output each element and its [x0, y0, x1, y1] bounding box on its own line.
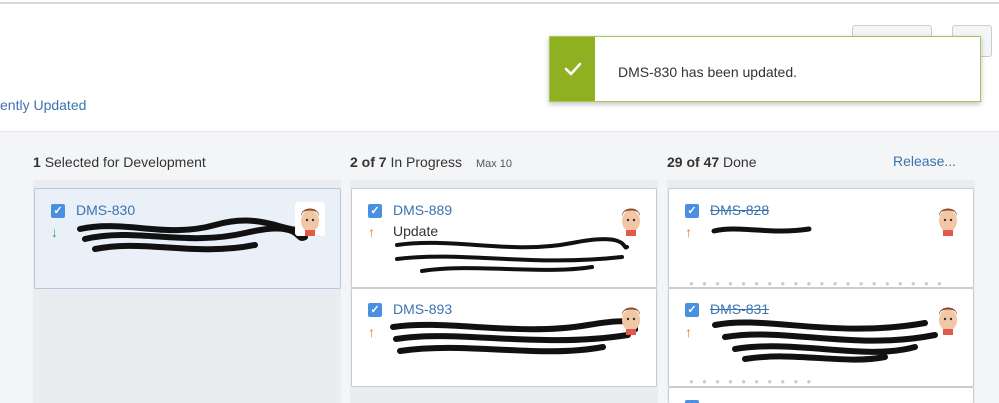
success-toast: DMS-830 has been updated. — [549, 36, 981, 102]
issue-type-icon: ✓ — [51, 204, 65, 218]
issue-key[interactable]: DMS-828 — [710, 202, 769, 218]
issue-card[interactable]: ✓ DMS-830 ↓ — [34, 188, 341, 289]
column-title: Done — [723, 154, 757, 170]
priority-high-icon: ↑ — [685, 324, 692, 340]
redacted-summary — [390, 318, 638, 355]
column-count: 29 of 47 — [667, 154, 720, 170]
redacted-summary — [711, 226, 812, 234]
column-title: In Progress — [390, 154, 463, 170]
avatar — [939, 307, 957, 335]
top-divider — [0, 0, 999, 4]
column-max: Max 10 — [475, 158, 513, 170]
progress-dots: ● ● ● ● ● ● ● ● ● ● ● ● ● ● ● ● ● ● ● ● — [689, 279, 945, 288]
issue-type-icon: ✓ — [368, 204, 382, 218]
issue-card[interactable]: ✓ DMS-889 ↑ Update — [351, 188, 657, 288]
priority-high-icon: ↑ — [368, 324, 375, 340]
avatar — [622, 208, 640, 236]
redacted-summary — [395, 237, 629, 273]
issue-card[interactable]: ✓ DMS-828 ↑ ● ● ● ● ● ● ● ● ● ● ● ● ● ● … — [668, 188, 974, 288]
column-count: 2 of 7 — [350, 154, 387, 170]
issue-key[interactable]: DMS-889 — [393, 202, 452, 218]
issue-key[interactable]: DMS-830 — [76, 202, 135, 218]
issue-type-icon: ✓ — [685, 204, 699, 218]
issue-type-icon: ✓ — [685, 303, 699, 317]
column-count: 1 — [33, 154, 41, 170]
progress-dots: ● ● ● ● ● ● ● ● ● ● — [689, 377, 815, 386]
redacted-summary — [712, 319, 938, 363]
avatar — [295, 202, 325, 236]
priority-high-icon: ↑ — [685, 224, 692, 240]
issue-card[interactable]: ✓ — [668, 387, 974, 403]
release-link[interactable]: Release... — [893, 153, 956, 169]
issue-key[interactable]: DMS-893 — [393, 301, 452, 317]
success-check-icon — [550, 37, 595, 101]
priority-low-icon: ↓ — [51, 224, 58, 240]
issue-type-icon: ✓ — [368, 303, 382, 317]
column-header-done: 29 of 47 Done — [667, 154, 757, 170]
priority-high-icon: ↑ — [368, 224, 375, 240]
column-header-in-progress: 2 of 7 In Progress Max 10 — [350, 154, 512, 170]
issue-card[interactable]: ✓ DMS-893 ↑ — [351, 288, 657, 387]
toast-message: DMS-830 has been updated. — [618, 64, 798, 80]
column-header-selected: 1 Selected for Development — [33, 154, 206, 170]
recently-updated-filter[interactable]: ently Updated — [0, 97, 86, 113]
avatar — [622, 307, 640, 335]
issue-card[interactable]: ✓ DMS-831 ↑ ● ● ● ● ● ● ● ● ● ● — [668, 288, 974, 387]
redacted-summary — [77, 217, 310, 253]
column-title: Selected for Development — [44, 154, 206, 170]
avatar — [939, 208, 957, 236]
